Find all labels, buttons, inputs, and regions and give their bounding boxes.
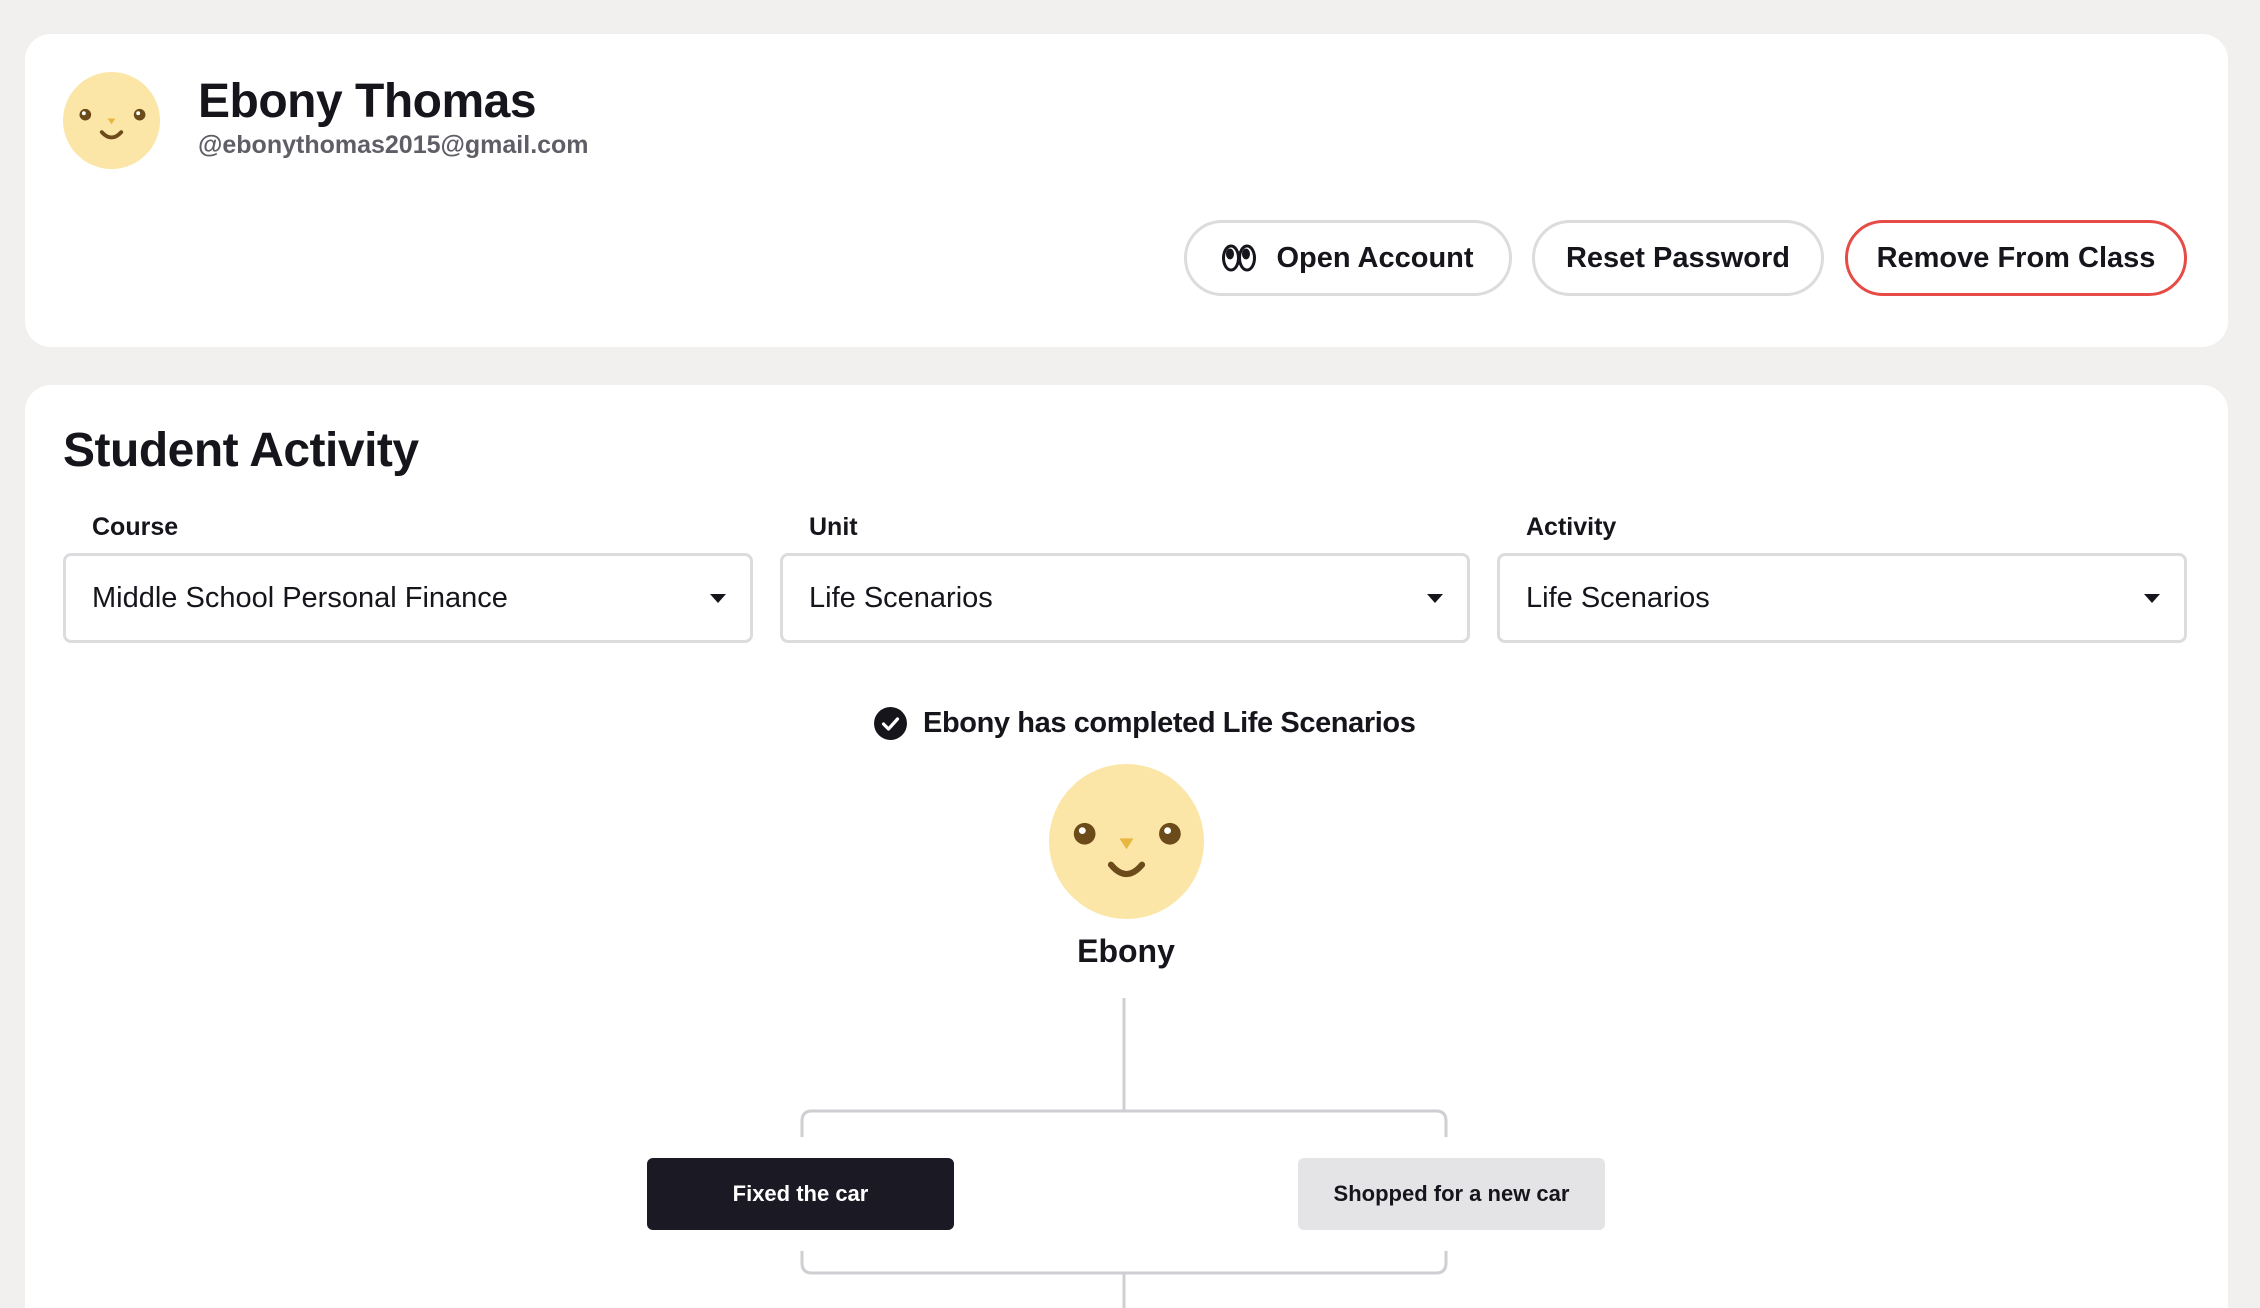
unit-select[interactable]: Life Scenarios <box>780 553 1470 643</box>
student-avatar-large <box>1049 764 1204 919</box>
remove-from-class-label: Remove From Class <box>1876 241 2156 274</box>
choice-unselected-label: Shopped for a new car <box>1333 1181 1570 1206</box>
student-email: @ebonythomas2015@gmail.com <box>198 131 589 159</box>
course-select[interactable]: Middle School Personal Finance <box>63 553 753 643</box>
reset-password-label: Reset Password <box>1565 241 1791 274</box>
caret-down-icon <box>2144 594 2160 603</box>
avatar-name: Ebony <box>1077 933 1175 969</box>
open-account-button[interactable]: Open Account <box>1184 220 1512 296</box>
section-title: Student Activity <box>63 424 419 477</box>
choice-selected[interactable]: Fixed the car <box>647 1158 954 1230</box>
student-name: Ebony Thomas <box>198 75 537 128</box>
open-account-label: Open Account <box>1276 241 1474 274</box>
remove-from-class-button[interactable]: Remove From Class <box>1845 220 2187 296</box>
unit-value: Life Scenarios <box>809 581 993 614</box>
reset-password-button[interactable]: Reset Password <box>1532 220 1824 296</box>
choice-selected-label: Fixed the car <box>732 1181 869 1206</box>
activity-value: Life Scenarios <box>1526 581 1710 614</box>
choice-unselected[interactable]: Shopped for a new car <box>1298 1158 1605 1230</box>
caret-down-icon <box>710 594 726 603</box>
check-circle-icon <box>874 707 907 740</box>
course-value: Middle School Personal Finance <box>92 581 508 614</box>
course-label: Course <box>92 513 179 541</box>
completion-text: Ebony has completed Life Scenarios <box>923 707 1416 739</box>
student-avatar <box>63 72 160 169</box>
unit-label: Unit <box>809 513 858 541</box>
activity-select[interactable]: Life Scenarios <box>1497 553 2187 643</box>
eyes-icon <box>1222 244 1257 272</box>
activity-label: Activity <box>1526 513 1617 541</box>
student-profile-card: Ebony Thomas @ebonythomas2015@gmail.com … <box>25 34 2228 347</box>
student-activity-card: Student Activity Course Middle School Pe… <box>25 385 2228 1308</box>
caret-down-icon <box>1427 594 1443 603</box>
completion-status: Ebony has completed Life Scenarios <box>874 707 1416 740</box>
